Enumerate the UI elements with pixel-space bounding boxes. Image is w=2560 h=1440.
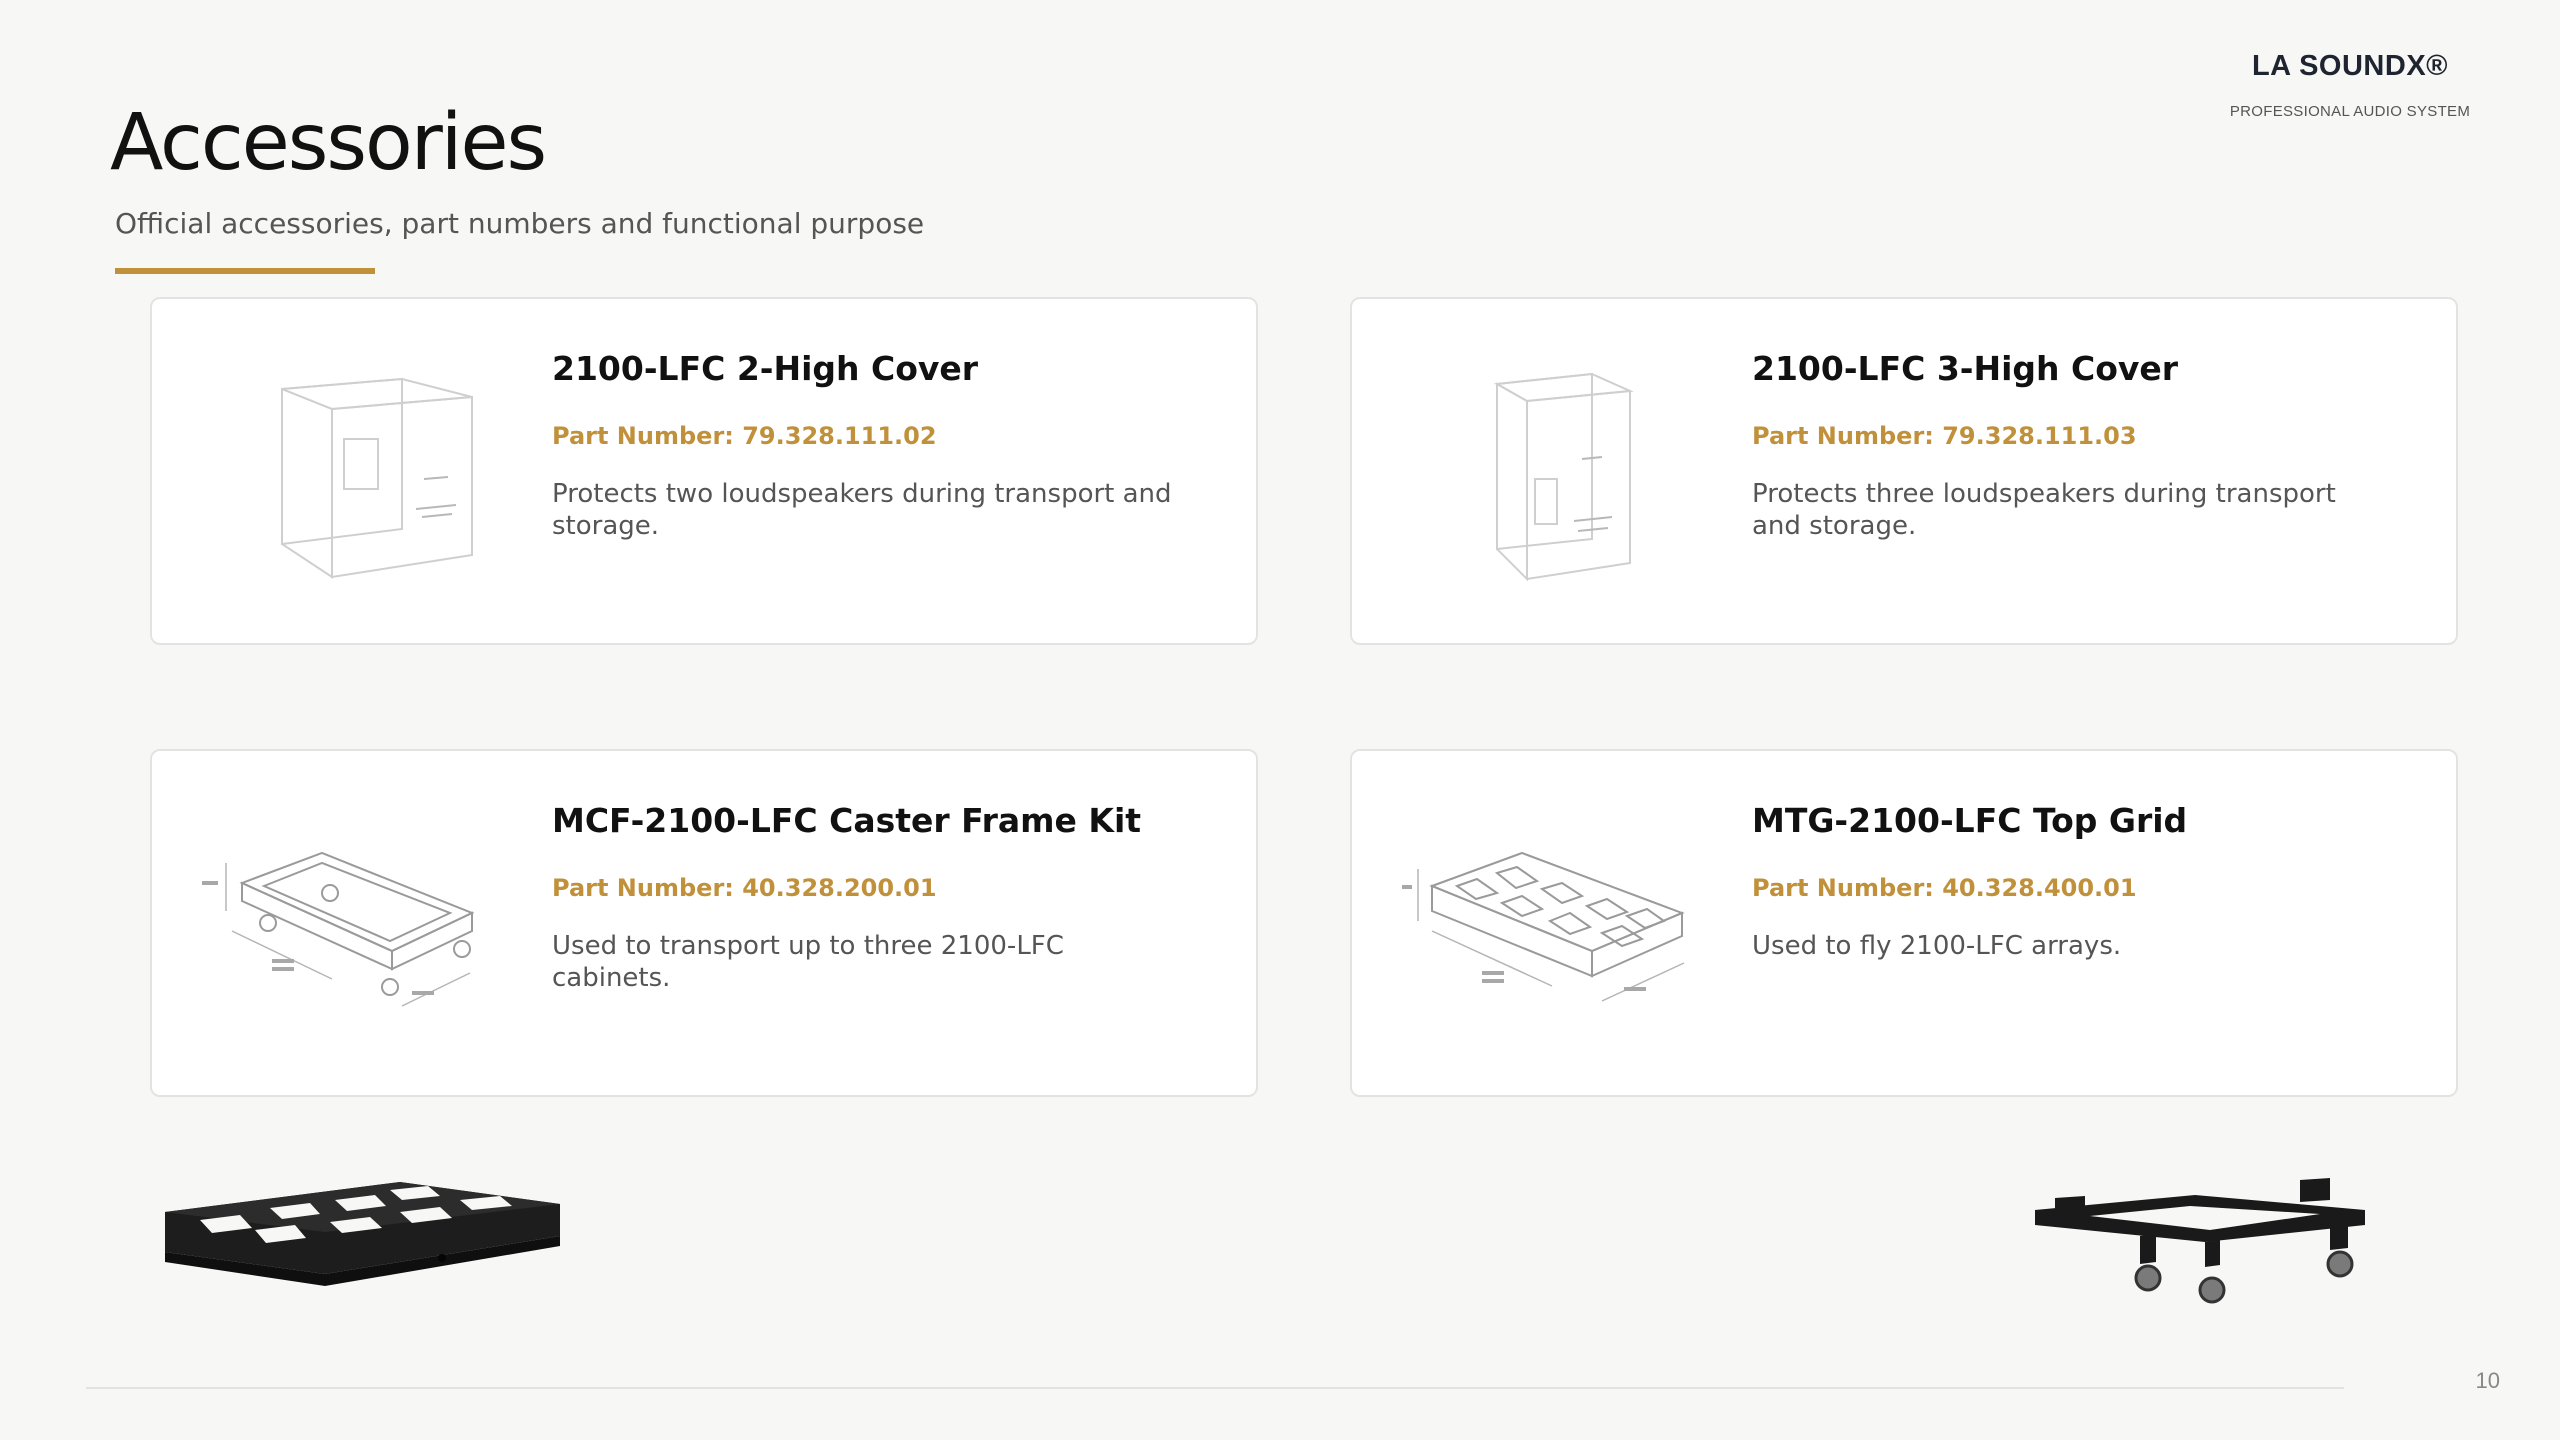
top-grid-photo: [160, 1170, 570, 1310]
caster-frame-photo: [2030, 1170, 2370, 1305]
part-number: Part Number: 79.328.111.02: [552, 422, 937, 450]
card-title: 2100-LFC 3-High Cover: [1752, 349, 2179, 388]
page-title: Accessories: [110, 98, 547, 188]
accessory-card-2-high-cover: 2100-LFC 2-High Cover Part Number: 79.32…: [150, 297, 1258, 645]
brand-logo: LA SOUNDX® PROFESSIONAL AUDIO SYSTEM: [2200, 50, 2500, 120]
part-number: Part Number: 40.328.400.01: [1752, 874, 2137, 902]
footer-divider: [86, 1387, 2344, 1389]
part-number: Part Number: 79.328.111.03: [1752, 422, 2137, 450]
title-accent-rule: [115, 268, 375, 274]
card-description: Used to transport up to three 2100-LFC c…: [552, 931, 1064, 993]
part-number: Part Number: 40.328.200.01: [552, 874, 937, 902]
accessory-card-caster-frame: MCF-2100-LFC Caster Frame Kit Part Numbe…: [150, 749, 1258, 1097]
card-description: Used to fly 2100-LFC arrays.: [1752, 931, 2122, 961]
accessory-card-3-high-cover: 2100-LFC 3-High Cover Part Number: 79.32…: [1350, 297, 2458, 645]
cover-2-high-illustration: [202, 339, 502, 589]
card-title: MCF-2100-LFC Caster Frame Kit: [552, 801, 1142, 840]
page-subtitle: Official accessories, part numbers and f…: [115, 207, 925, 240]
brand-tagline: PROFESSIONAL AUDIO SYSTEM: [2229, 103, 2471, 120]
caster-frame-line-drawing: [202, 791, 502, 1041]
card-title: 2100-LFC 2-High Cover: [552, 349, 979, 388]
brand-name: LA SOUNDX®: [2251, 50, 2449, 82]
card-title: MTG-2100-LFC Top Grid: [1752, 801, 2188, 840]
accessory-card-top-grid: MTG-2100-LFC Top Grid Part Number: 40.32…: [1350, 749, 2458, 1097]
page-number: 10: [2475, 1368, 2500, 1393]
cover-3-high-illustration: [1402, 339, 1702, 589]
card-description: Protects two loudspeakers during transpo…: [552, 479, 1172, 541]
top-grid-line-drawing: [1402, 791, 1702, 1041]
card-description: Protects three loudspeakers during trans…: [1752, 479, 2336, 541]
